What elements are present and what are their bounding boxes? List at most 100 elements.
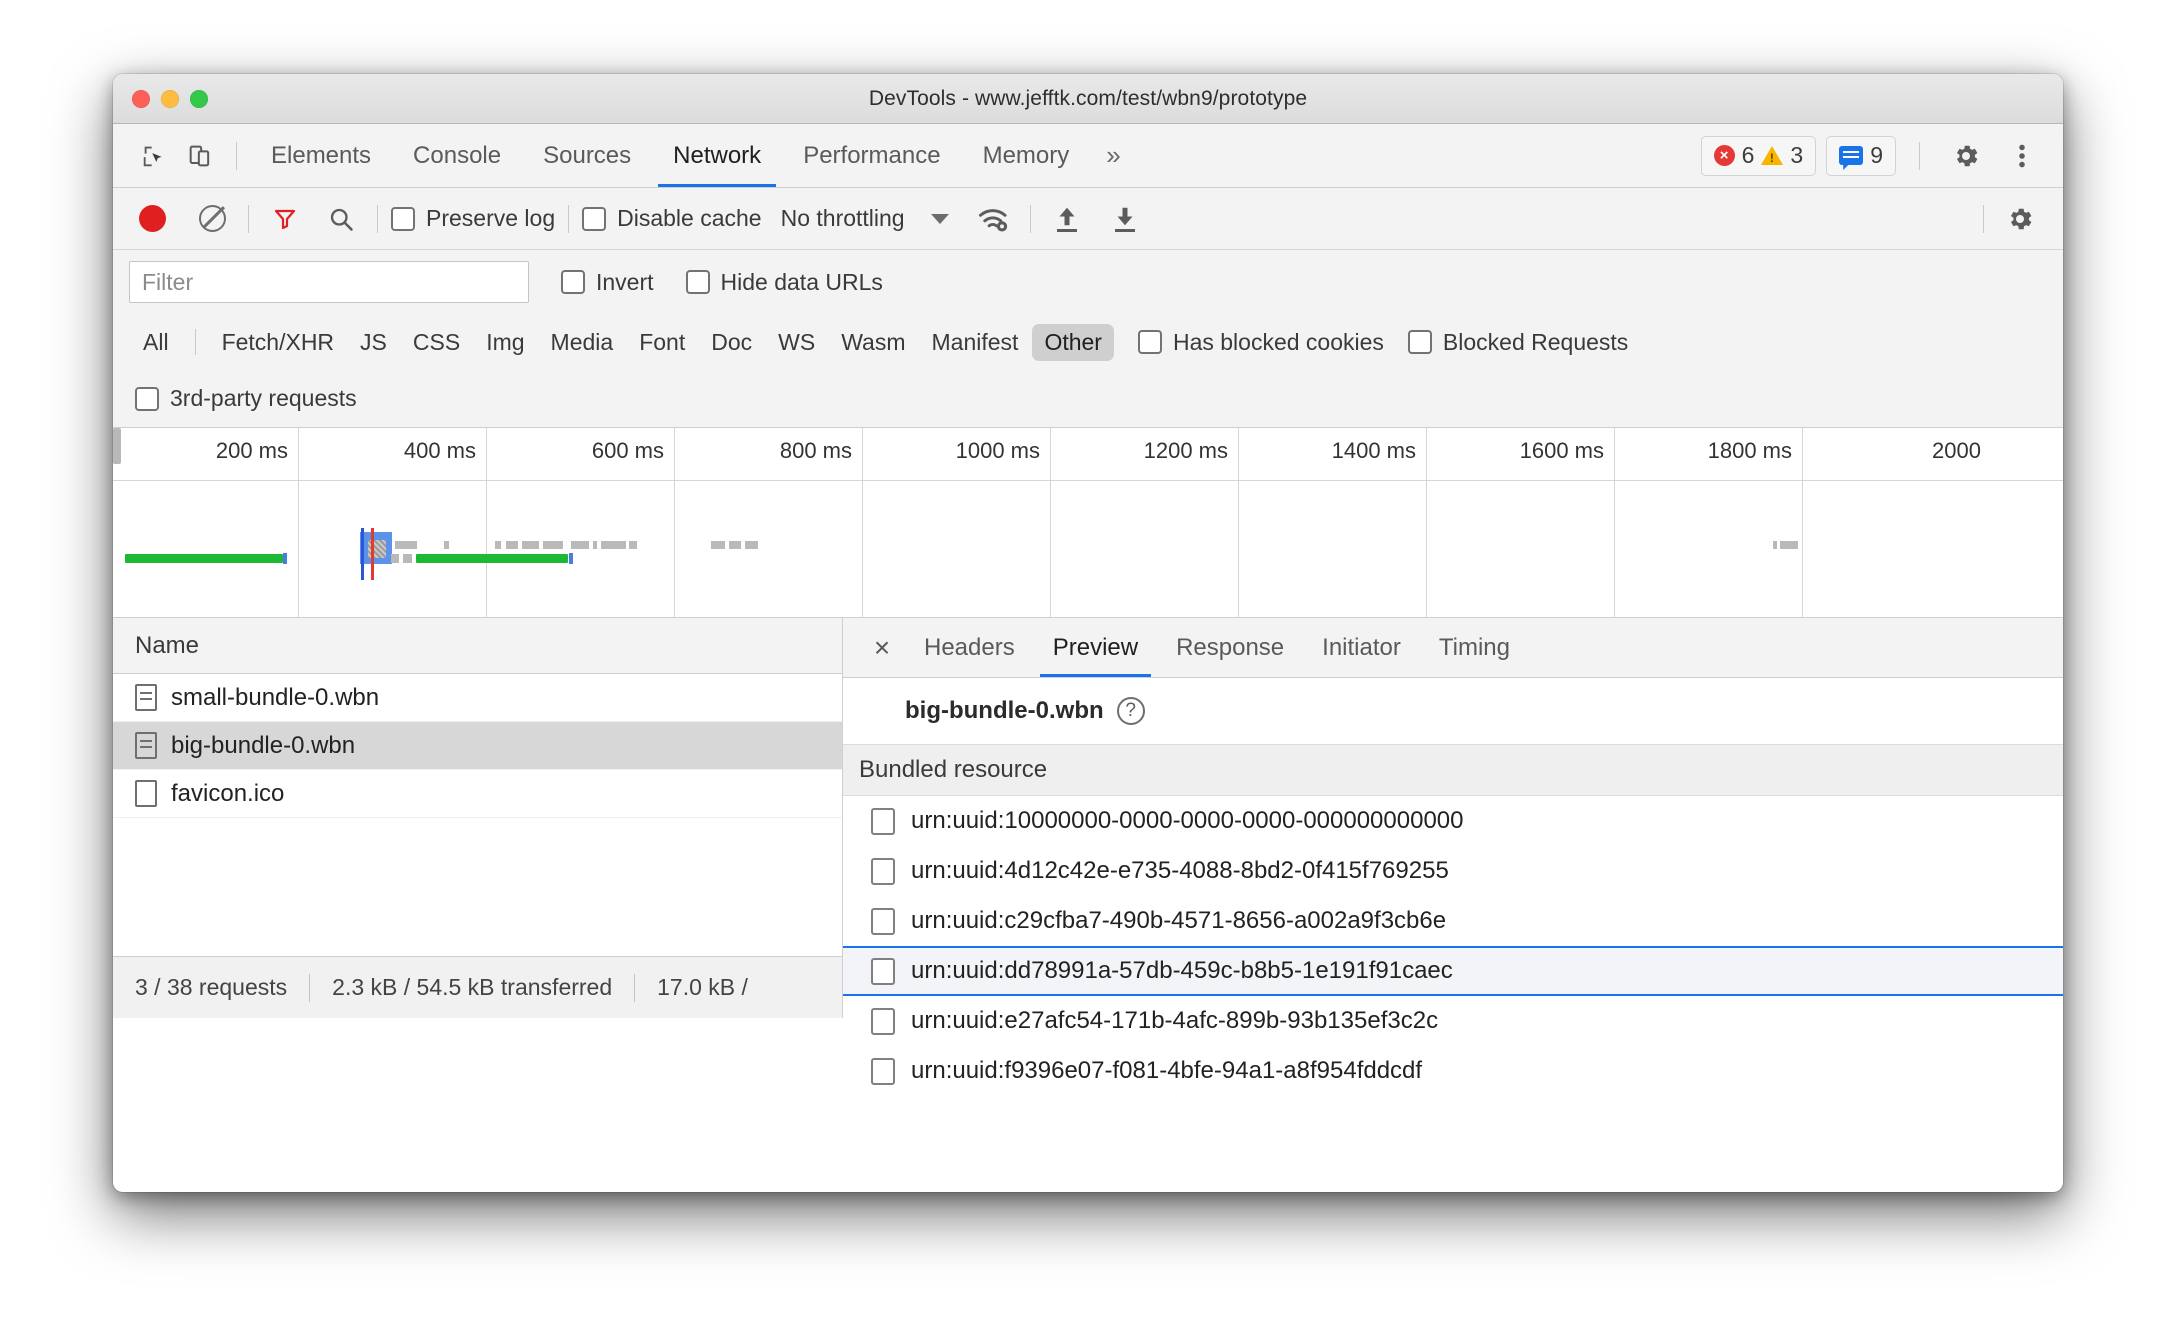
message-count: 9: [1870, 142, 1883, 168]
tick-label-1000ms: 1000 ms: [955, 438, 1040, 463]
overview-bar-2: [416, 554, 568, 563]
third-party-requests-box[interactable]: [135, 386, 159, 411]
type-filter-fetch-xhr[interactable]: Fetch/XHR: [210, 324, 346, 361]
resource-id: urn:uuid:e27afc54-171b-4afc-899b-93b135e…: [911, 1007, 1439, 1034]
list-item[interactable]: urn:uuid:c29cfba7-490b-4571-8656-a002a9f…: [843, 896, 2063, 946]
chevron-down-icon[interactable]: [930, 213, 949, 224]
tab-network[interactable]: Network: [652, 124, 782, 187]
tab-memory[interactable]: Memory: [962, 124, 1091, 187]
close-icon[interactable]: ×: [859, 632, 905, 664]
resource-checkbox[interactable]: [871, 957, 895, 985]
type-filter-font[interactable]: Font: [627, 324, 697, 361]
window-controls[interactable]: [132, 89, 208, 108]
tab-sources[interactable]: Sources: [522, 124, 652, 187]
overview-grey-seg: [593, 541, 597, 549]
type-filter-doc[interactable]: Doc: [699, 324, 764, 361]
tab-elements[interactable]: Elements: [250, 124, 392, 187]
tab-performance-label: Performance: [803, 141, 941, 169]
has-blocked-cookies-box[interactable]: [1137, 330, 1162, 354]
list-item[interactable]: urn:uuid:e27afc54-171b-4afc-899b-93b135e…: [843, 996, 2063, 1046]
filter-placeholder: Filter: [142, 268, 194, 295]
import-har-icon[interactable]: [1044, 197, 1090, 241]
type-filter-wasm[interactable]: Wasm: [829, 324, 917, 361]
third-party-requests-checkbox[interactable]: 3rd-party requests: [135, 385, 357, 412]
preview-title-label: big-bundle-0.wbn: [905, 697, 1104, 724]
more-panels-icon[interactable]: »: [1090, 124, 1136, 187]
tab-timing-label: Timing: [1438, 633, 1510, 661]
error-count: 6: [1741, 142, 1755, 168]
type-filter-media-label: Media: [550, 328, 614, 355]
issues-counter[interactable]: × 6 3: [1700, 135, 1817, 176]
title-bar: DevTools - www.jefftk.com/test/wbn9/prot…: [113, 74, 2063, 124]
minimize-window-button[interactable]: [161, 89, 179, 108]
kebab-menu-icon[interactable]: [1999, 134, 2045, 178]
resource-checkbox[interactable]: [871, 857, 895, 885]
help-question-icon[interactable]: ?: [1116, 697, 1145, 725]
type-filter-wasm-label: Wasm: [841, 328, 906, 355]
list-item[interactable]: urn:uuid:f9396e07-f081-4bfe-94a1-a8f954f…: [843, 1046, 2063, 1096]
preserve-log-box[interactable]: [391, 206, 415, 231]
blocked-requests-checkbox[interactable]: Blocked Requests: [1407, 329, 1628, 356]
type-filter-manifest[interactable]: Manifest: [920, 324, 1031, 361]
tab-response[interactable]: Response: [1157, 618, 1303, 677]
type-filter-ws[interactable]: WS: [766, 324, 827, 361]
more-panels-label: »: [1106, 140, 1121, 170]
search-icon[interactable]: [318, 197, 364, 241]
tab-timing[interactable]: Timing: [1420, 618, 1529, 677]
disable-cache-box[interactable]: [582, 206, 607, 231]
list-item[interactable]: urn:uuid:4d12c42e-e735-4088-8bd2-0f415f7…: [843, 846, 2063, 896]
tab-preview[interactable]: Preview: [1034, 618, 1157, 677]
list-item[interactable]: urn:uuid:10000000-0000-0000-0000-0000000…: [843, 796, 2063, 846]
network-overview[interactable]: 200 ms 400 ms 600 ms 800 ms 1000 ms 1200…: [113, 428, 2063, 618]
has-blocked-cookies-checkbox[interactable]: Has blocked cookies: [1137, 329, 1384, 356]
inspect-cursor-icon[interactable]: [131, 134, 177, 178]
type-filter-media[interactable]: Media: [539, 324, 626, 361]
network-toolbar: Preserve log Disable cache No throttling: [113, 188, 2063, 250]
hide-data-urls-checkbox[interactable]: Hide data URLs: [685, 269, 883, 296]
network-settings-gear-icon[interactable]: [1997, 197, 2043, 241]
clear-icon[interactable]: [189, 197, 235, 241]
type-filter-other[interactable]: Other: [1032, 323, 1114, 361]
tab-initiator[interactable]: Initiator: [1303, 618, 1420, 677]
type-filter-all[interactable]: All: [131, 324, 181, 361]
tab-headers[interactable]: Headers: [905, 618, 1034, 677]
requests-column-header[interactable]: Name: [113, 618, 842, 674]
toolbar-divider-4: [1029, 204, 1031, 233]
throttling-select[interactable]: No throttling: [781, 205, 905, 232]
blocked-requests-box[interactable]: [1407, 330, 1432, 354]
close-window-button[interactable]: [132, 89, 150, 108]
hide-data-urls-box[interactable]: [685, 270, 710, 294]
tab-performance[interactable]: Performance: [782, 124, 961, 187]
type-filter-js[interactable]: JS: [348, 324, 399, 361]
messages-counter[interactable]: 9: [1826, 135, 1896, 176]
table-row[interactable]: favicon.ico: [113, 770, 842, 818]
invert-checkbox[interactable]: Invert: [561, 269, 654, 296]
tick-label-1200ms: 1200 ms: [1143, 438, 1228, 463]
filter-funnel-icon[interactable]: [262, 197, 308, 241]
export-har-icon[interactable]: [1102, 197, 1148, 241]
invert-box[interactable]: [561, 270, 585, 294]
preserve-log-checkbox[interactable]: Preserve log: [391, 205, 555, 232]
resource-checkbox[interactable]: [871, 907, 895, 935]
table-row[interactable]: small-bundle-0.wbn: [113, 674, 842, 722]
type-filter-css[interactable]: CSS: [401, 324, 472, 361]
resource-checkbox[interactable]: [871, 807, 895, 835]
device-toolbar-icon[interactable]: [177, 134, 223, 178]
type-filter-img[interactable]: Img: [474, 324, 536, 361]
list-item[interactable]: urn:uuid:dd78991a-57db-459c-b8b5-1e191f9…: [843, 946, 2063, 996]
record-icon[interactable]: [129, 197, 175, 241]
type-filter-fetch-xhr-label: Fetch/XHR: [221, 328, 335, 355]
resource-checkbox[interactable]: [871, 1007, 895, 1035]
tab-network-label: Network: [673, 141, 762, 169]
gear-icon[interactable]: [1943, 134, 1989, 178]
overview-grey-seg: [506, 541, 518, 549]
maximize-window-button[interactable]: [190, 89, 208, 108]
disable-cache-checkbox[interactable]: Disable cache: [582, 205, 762, 232]
network-conditions-icon[interactable]: [971, 197, 1017, 241]
tab-console[interactable]: Console: [392, 124, 522, 187]
resource-checkbox[interactable]: [871, 1057, 895, 1085]
table-row[interactable]: big-bundle-0.wbn: [113, 722, 842, 770]
overview-grey-seg: [395, 541, 417, 549]
search-input[interactable]: Filter: [129, 261, 529, 303]
type-filter-all-label: All: [143, 328, 169, 355]
